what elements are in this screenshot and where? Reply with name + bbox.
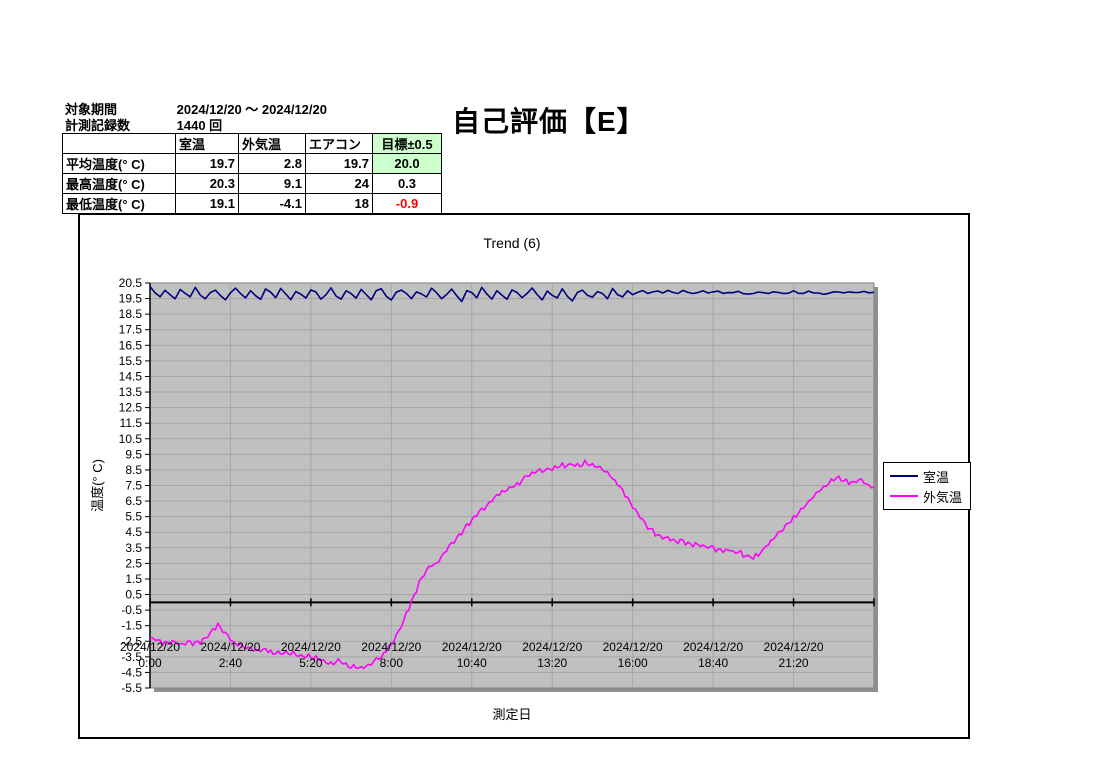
- x-tick-label-time: 2:40: [219, 656, 243, 670]
- row-label-average: 平均温度(° C): [63, 154, 176, 174]
- y-tick-labels: 20.5 19.518.5 17.516.5 15.514.5 13.5 12.511.5…: [119, 276, 143, 695]
- y-tick-label: -1.5: [121, 619, 142, 633]
- max-outdoor-temp: 9.1: [239, 174, 306, 194]
- header-aircon: エアコン: [306, 134, 373, 154]
- y-tick-label: 1.5: [125, 572, 142, 586]
- header-target: 目標±0.5: [373, 134, 442, 154]
- chart-legend: 室温 外気温: [883, 462, 971, 510]
- min-outdoor-temp: -4.1: [239, 194, 306, 214]
- legend-item-room-temp: 室温: [890, 466, 970, 486]
- min-target-delta: -0.9: [373, 194, 442, 214]
- avg-outdoor-temp: 2.8: [239, 154, 306, 174]
- y-tick-label: 10.5: [119, 432, 143, 446]
- x-tick-label-time: 10:40: [457, 656, 487, 670]
- y-tick-label: 5.5: [125, 510, 142, 524]
- x-tick-label-date: 2024/12/20: [281, 640, 341, 654]
- y-tick-label: 20.5: [119, 276, 143, 290]
- outdoor-temp-line-swatch: [890, 495, 918, 497]
- y-tick-label: 11.5: [120, 416, 143, 430]
- y-tick-label: 14.5: [119, 369, 143, 383]
- x-tick-label-date: 2024/12/20: [200, 640, 260, 654]
- room-temp-line-swatch: [890, 475, 918, 477]
- table-header-row: 室温 外気温 エアコン 目標±0.5: [63, 134, 442, 154]
- y-tick-label: 7.5: [125, 479, 142, 493]
- y-tick-label: 16.5: [119, 338, 143, 352]
- header-empty: [63, 134, 176, 154]
- legend-label-outdoor-temp: 外気温: [923, 487, 962, 506]
- y-tick-label: 12.5: [119, 401, 143, 415]
- x-tick-label-date: 2024/12/20: [522, 640, 582, 654]
- legend-label-room-temp: 室温: [923, 467, 949, 486]
- x-tick-label-time: 18:40: [698, 656, 728, 670]
- x-tick-label-time: 8:00: [380, 656, 404, 670]
- trend-chart: 20.5 19.518.5 17.516.5 15.514.5 13.5 12.511.5…: [78, 213, 970, 739]
- target-value: 20.0: [373, 154, 442, 174]
- y-axis-title: 温度(° C): [90, 459, 105, 512]
- x-tick-label-time: 5:20: [299, 656, 323, 670]
- y-axis: [145, 283, 150, 688]
- max-aircon: 24: [306, 174, 373, 194]
- max-room-temp: 20.3: [176, 174, 239, 194]
- y-tick-label: 3.5: [125, 541, 142, 555]
- y-tick-label: 6.5: [125, 494, 142, 508]
- x-tick-label-date: 2024/12/20: [120, 640, 180, 654]
- y-tick-label: 13.5: [119, 385, 143, 399]
- avg-room-temp: 19.7: [176, 154, 239, 174]
- min-room-temp: 19.1: [176, 194, 239, 214]
- stats-table: 室温 外気温 エアコン 目標±0.5 平均温度(° C) 19.7 2.8 19…: [62, 133, 442, 214]
- chart-title: Trend (6): [80, 235, 944, 251]
- x-axis-title: 測定日: [80, 704, 944, 723]
- x-tick-label-date: 2024/12/20: [603, 640, 663, 654]
- y-tick-label: 8.5: [125, 463, 142, 477]
- y-tick-label: 2.5: [125, 556, 142, 570]
- avg-aircon: 19.7: [306, 154, 373, 174]
- min-aircon: 18: [306, 194, 373, 214]
- x-tick-label-time: 13:20: [537, 656, 567, 670]
- x-tick-label-date: 2024/12/20: [442, 640, 502, 654]
- y-tick-label: 4.5: [125, 525, 142, 539]
- x-tick-label-date: 2024/12/20: [764, 640, 824, 654]
- legend-item-outdoor-temp: 外気温: [890, 486, 970, 506]
- y-tick-label: 15.5: [119, 354, 143, 368]
- max-target-delta: 0.3: [373, 174, 442, 194]
- y-tick-label: 18.5: [119, 307, 143, 321]
- record-count-value: 1440 回: [177, 118, 223, 133]
- table-row: 平均温度(° C) 19.7 2.8 19.7 20.0: [63, 154, 442, 174]
- header-outdoor-temp: 外気温: [239, 134, 306, 154]
- y-tick-label: 0.5: [125, 588, 142, 602]
- x-tick-label-time: 16:00: [618, 656, 648, 670]
- self-evaluation-heading: 自己評価【E】: [452, 100, 646, 140]
- y-tick-label: 9.5: [125, 447, 142, 461]
- x-tick-label-date: 2024/12/20: [683, 640, 743, 654]
- x-tick-label-time: 0:00: [138, 656, 162, 670]
- table-row: 最高温度(° C) 20.3 9.1 24 0.3: [63, 174, 442, 194]
- record-count-row: 計測記録数 1440 回: [65, 115, 222, 134]
- table-row: 最低温度(° C) 19.1 -4.1 18 -0.9: [63, 194, 442, 214]
- chart-plot-svg: 20.5 19.518.5 17.516.5 15.514.5 13.5 12.511.5…: [80, 215, 968, 737]
- y-tick-label: 17.5: [119, 323, 143, 337]
- x-tick-label-date: 2024/12/20: [361, 640, 421, 654]
- row-label-max: 最高温度(° C): [63, 174, 176, 194]
- x-tick-label-time: 21:20: [779, 656, 809, 670]
- y-tick-label: -5.5: [121, 681, 142, 695]
- row-label-min: 最低温度(° C): [63, 194, 176, 214]
- report-page: 対象期間 2024/12/20 ～ 2024/12/20 計測記録数 1440 …: [0, 0, 1101, 771]
- y-tick-label: 19.5: [119, 292, 143, 306]
- y-tick-label: -0.5: [121, 603, 142, 617]
- record-count-label: 計測記録数: [65, 115, 173, 134]
- header-room-temp: 室温: [176, 134, 239, 154]
